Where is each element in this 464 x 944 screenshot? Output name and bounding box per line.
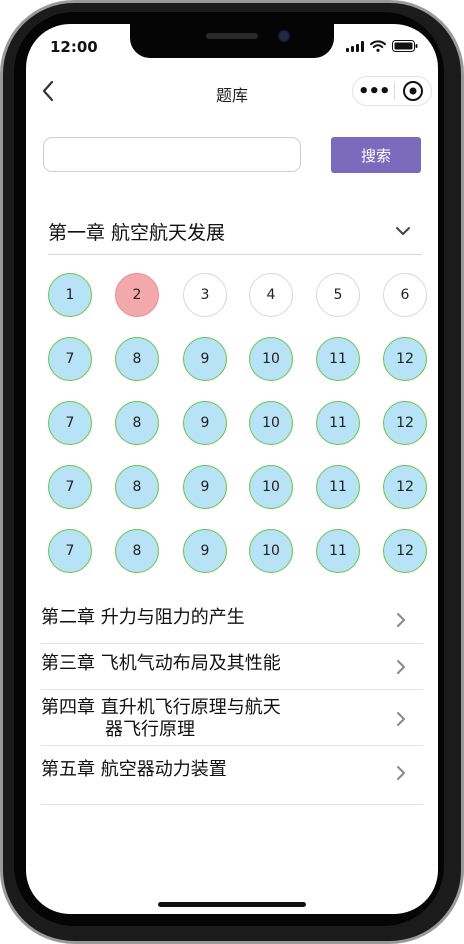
question-row: 7 8 9 10 11 12: [48, 465, 428, 529]
question-empty-circle[interactable]: 6: [383, 273, 427, 317]
more-menu-button[interactable]: •••: [353, 77, 394, 105]
question-answered-circle[interactable]: 8: [115, 337, 159, 381]
target-icon[interactable]: [395, 77, 431, 105]
question-answered-circle[interactable]: 7: [48, 337, 92, 381]
question-answered-circle[interactable]: 12: [383, 401, 427, 445]
wifi-icon: [370, 40, 386, 52]
speaker: [206, 33, 258, 39]
question-answered-circle[interactable]: 10: [249, 401, 293, 445]
question-row: 7 8 9 10 11 12: [48, 529, 428, 593]
question-answered-circle[interactable]: 11: [316, 401, 360, 445]
question-row: 7 8 9 10 11 12: [48, 337, 428, 401]
question-answered-circle[interactable]: 1: [48, 273, 92, 317]
chevron-right-icon: [393, 611, 409, 633]
status-time: 12:00: [50, 38, 98, 56]
question-answered-circle[interactable]: 10: [249, 337, 293, 381]
question-answered-circle[interactable]: 11: [316, 337, 360, 381]
chevron-right-icon: [393, 658, 409, 680]
question-answered-circle[interactable]: 12: [383, 529, 427, 573]
chevron-right-icon: [393, 710, 409, 732]
chevron-down-icon: [394, 222, 412, 244]
question-row: 123456: [48, 273, 428, 337]
question-answered-circle[interactable]: 12: [383, 465, 427, 509]
question-answered-circle[interactable]: 9: [183, 401, 227, 445]
signal-icon: [346, 40, 364, 52]
question-grid: 1 2 3 4 5 6 7 8 9 10 11 12 7 8 9 10 11 12 7 8 9 10 11 12 7 8 9 10 11…: [48, 273, 428, 593]
question-empty-circle[interactable]: 4: [249, 273, 293, 317]
chapter-1-title: 第一章 航空航天发展: [48, 222, 226, 244]
battery-icon: [392, 40, 418, 52]
question-answered-circle[interactable]: 7: [48, 529, 92, 573]
question-answered-circle[interactable]: 7: [48, 465, 92, 509]
question-answered-circle[interactable]: 12: [383, 337, 427, 381]
question-empty-circle[interactable]: 5: [316, 273, 360, 317]
app-screen: 12:00 题库 ••• 搜索 第一章 航空航天发展 1 2 3 4 5 6 7…: [26, 24, 438, 914]
question-answered-circle[interactable]: 9: [183, 337, 227, 381]
camera: [278, 30, 290, 42]
question-row: 7 8 9 10 11 12: [48, 401, 428, 465]
question-answered-circle[interactable]: 8: [115, 401, 159, 445]
chapter-5-label: 第五章 航空器动力装置: [41, 759, 227, 780]
chapter-1-header[interactable]: 第一章 航空航天发展: [48, 212, 422, 255]
question-answered-circle[interactable]: 9: [183, 529, 227, 573]
question-answered-circle[interactable]: 10: [249, 529, 293, 573]
home-indicator: [158, 902, 306, 907]
question-answered-circle[interactable]: 9: [183, 465, 227, 509]
chapter-4-row[interactable]: 第四章 直升机飞行原理与航天 器飞行原理: [41, 690, 423, 746]
question-answered-circle[interactable]: 8: [115, 529, 159, 573]
question-wrong-circle[interactable]: 2: [115, 273, 159, 317]
question-answered-circle[interactable]: 10: [249, 465, 293, 509]
mini-program-capsule: •••: [352, 76, 432, 106]
chapter-4-label-line2: 器飞行原理: [105, 719, 195, 740]
chapter-2-row[interactable]: 第二章 升力与阻力的产生: [41, 599, 423, 644]
notch: [130, 24, 334, 58]
chapter-3-row[interactable]: 第三章 飞机气动布局及其性能: [41, 644, 423, 690]
status-icons: [346, 40, 418, 52]
chapter-4-label-line1: 第四章 直升机飞行原理与航天: [41, 697, 281, 718]
chapter-2-label: 第二章 升力与阻力的产生: [41, 607, 245, 628]
search-input[interactable]: [43, 137, 301, 172]
question-answered-circle[interactable]: 7: [48, 401, 92, 445]
question-empty-circle[interactable]: 3: [183, 273, 227, 317]
chapter-5-row[interactable]: 第五章 航空器动力装置: [41, 746, 423, 805]
question-answered-circle[interactable]: 11: [316, 529, 360, 573]
search-button[interactable]: 搜索: [331, 137, 421, 173]
question-answered-circle[interactable]: 8: [115, 465, 159, 509]
nav-bar: 题库 •••: [26, 70, 438, 114]
chevron-right-icon: [393, 764, 409, 786]
question-answered-circle[interactable]: 11: [316, 465, 360, 509]
chapter-3-label: 第三章 飞机气动布局及其性能: [41, 653, 281, 674]
